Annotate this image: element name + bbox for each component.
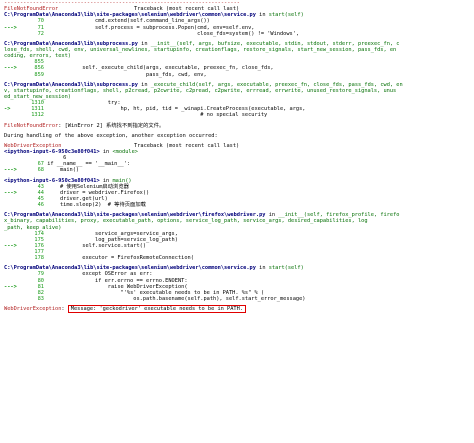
exception-message: : [WinError 2] 系统找不到指定的文件。 (58, 122, 165, 129)
frame-function: start(self) (268, 265, 304, 272)
frame-function: __init__(self, firefox_profile, firefo (278, 212, 400, 219)
frame-function: _execute_child(self, args, executable, p… (150, 81, 403, 88)
code-text: # 使用Selenium启动浏览器 (44, 183, 129, 190)
frame-in-keyword: in (137, 40, 151, 47)
frame-function: __init__(self, args, bufsize, executable… (150, 40, 400, 47)
frame-file-path: C:\ProgramData\Anaconda3\lib\site-packag… (4, 265, 256, 272)
during-handling-text: During handling of the above exception, … (4, 132, 218, 139)
separator-colon: : (61, 306, 68, 313)
line-number: 83 (37, 296, 44, 303)
frame-function: start(self) (268, 12, 304, 19)
code-text: # no special security (44, 112, 268, 119)
code-text: log_path=service_log_path) (44, 236, 178, 243)
line-number: 178 (34, 255, 44, 262)
frame-signature-continued: coding, errors, text) (4, 53, 71, 60)
frame-function: main() (112, 177, 132, 184)
code-text: raise WebDriverException( (44, 283, 188, 290)
code-text: cmd.extend(self.command_line_args()) (44, 18, 210, 25)
frame-file-path: C:\ProgramData\Anaconda3\lib\subprocess.… (4, 81, 138, 88)
code-text: service_args=service_args, (44, 230, 178, 237)
current-line-arrow: ---> (4, 283, 17, 290)
code-text: self.process = subprocess.Popen(cmd, env… (44, 24, 255, 31)
code-text: self.service.start() (44, 242, 147, 249)
line-number: 859 (34, 71, 44, 78)
frame-in-keyword: in (99, 148, 113, 155)
exception-name: FileNotFoundError (4, 122, 59, 129)
traceback-output: ----------------------------------------… (0, 0, 474, 314)
code-text: driver = webdriver.Firefox() (44, 189, 150, 196)
frame-file-path: C:\ProgramData\Anaconda3\lib\subprocess.… (4, 40, 138, 47)
code-text: except OSError as err: (44, 271, 153, 278)
code-text: self._execute_child(args, executable, pr… (44, 65, 274, 72)
code-text: 6 (44, 155, 67, 162)
frame-signature-continued: v, startupinfo, creationflags, shell, p2… (4, 87, 397, 94)
frame-in-keyword: in (265, 212, 279, 219)
frame-in-keyword: in (99, 177, 113, 184)
frame-file-path: C:\ProgramData\Anaconda3\lib\site-packag… (4, 12, 256, 19)
frame-signature-continued: lose_fds, shell, cwd, env, universal_new… (4, 46, 397, 53)
frame-signature-continued: x_binary, capabilities, proxy, executabl… (4, 218, 368, 225)
line-number: 68 (37, 167, 44, 174)
current-line-arrow: ---> (4, 24, 17, 31)
traceback-label: Traceback (most recent call last) (134, 6, 240, 13)
current-line-arrow: ---> (4, 167, 17, 174)
frame-in-keyword: in (255, 12, 269, 19)
code-text: "'%s' executable needs to be in PATH. %s… (44, 289, 265, 296)
current-line-arrow: ---> (4, 65, 17, 72)
code-text: hp, ht, pid, tid = _winapi.CreateProcess… (44, 106, 306, 113)
frame-file-path: C:\ProgramData\Anaconda3\lib\site-packag… (4, 212, 266, 219)
code-text: if __name__ == '__main__': (44, 161, 131, 168)
traceback-label: Traceback (most recent call last) (134, 142, 240, 149)
frame-file-path: <ipython-input-6-950c3e80f041> (4, 177, 100, 184)
line-number: 1312 (31, 112, 44, 119)
code-text: pass_fds, cwd, env, (44, 71, 207, 78)
code-text: try: (44, 100, 121, 107)
code-text: os.path.basename(self.path), self.start_… (44, 296, 306, 303)
frame-in-keyword: in (137, 81, 151, 88)
frame-file-path: <ipython-input-6-950c3e80f041> (4, 148, 100, 155)
exception-name: WebDriverException (4, 306, 62, 313)
frame-in-keyword: in (255, 265, 269, 272)
separator: ----------------------------------------… (4, 0, 240, 6)
code-text: main() (44, 167, 80, 174)
line-number: 46 (37, 202, 44, 209)
frame-signature-continued: ed_start_new_session) (4, 93, 71, 100)
line-number: 72 (37, 30, 44, 37)
highlighted-error-message: Message: 'geckodriver' executable needs … (67, 305, 247, 314)
code-text: close_fds=system() != 'Windows', (44, 30, 300, 37)
code-text: time.sleep(2) # 等待页面加载 (44, 202, 146, 209)
frame-function: <module> (112, 148, 138, 155)
final-error-line: WebDriverException: Message: 'geckodrive… (4, 305, 474, 314)
code-text: executor = FirefoxRemoteConnection( (44, 255, 194, 262)
code-text: if err.errno == errno.ENOENT: (44, 277, 188, 284)
frame-signature-continued: _path, keep_alive) (4, 224, 62, 231)
